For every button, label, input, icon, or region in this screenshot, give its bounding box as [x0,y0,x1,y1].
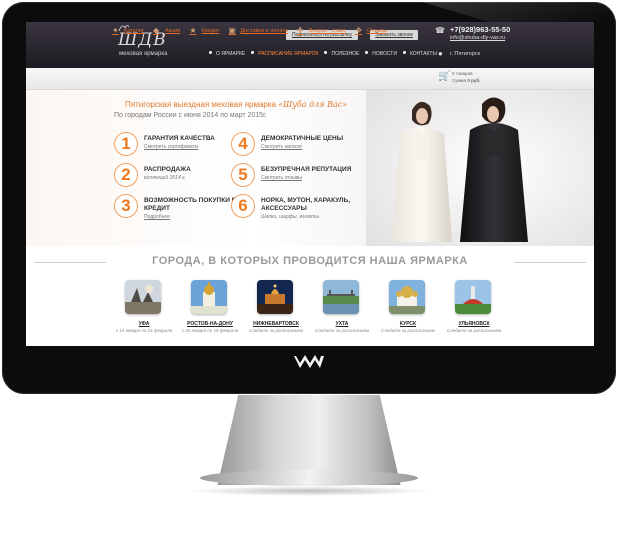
city-dates: Следите за расписанием [380,328,436,333]
feature-item: 3 ВОЗМОЖНОСТЬ ПОКУПКИ В КРЕДИТ Подробнее [114,194,236,224]
feature-title: ВОЗМОЖНОСТЬ ПОКУПКИ В КРЕДИТ [144,197,237,212]
menu-item-sales[interactable]: ◆ Акции [153,27,180,35]
feature-title: БЕЗУПРЕЧНАЯ РЕПУТАЦИЯ [261,166,352,173]
menu-item-reviews[interactable]: ❖ Отзывы [355,27,387,35]
cart-icon[interactable]: 🛒 [438,71,450,82]
city-thumbnail [389,280,425,314]
cart-sum-label: Сумма [452,78,467,83]
feature-link[interactable]: Смотреть каталог [261,144,302,150]
location-pin-icon: ● [438,49,443,58]
feature-item: 2 РАСПРОДАЖА коллекций 2014 г. [114,163,234,193]
hero-title-text: Пятигорская выездная меховая ярмарка [125,100,276,109]
reviews-icon: ❖ [355,26,363,35]
menu-item-label: Отзывы [367,28,388,34]
cart-sum-value: 0 руб. [467,78,481,83]
feature-item: 5 БЕЗУПРЕЧНАЯ РЕПУТАЦИЯ Смотреть отзывы [231,163,351,193]
website-screen: ШДВ меховая ярмарка Подписаться на рассы… [26,22,594,346]
feature-link[interactable]: Смотреть сертификаты [144,144,198,150]
feature-subtext: коллекций 2014 г. [144,175,186,181]
city-card[interactable]: УХТА Следите за расписанием [304,280,380,346]
cities-title: ГОРОДА, В КОТОРЫХ ПРОВОДИТСЯ НАША ЯРМАРК… [152,255,468,267]
nav-item-contacts[interactable]: КОНТАКТЫ [403,49,437,59]
city-dates: Следите за расписанием [248,328,304,333]
city-card[interactable]: РОСТОВ-НА-ДОНУ с 20 января по 15 февраля [172,280,248,346]
feature-item: 6 НОРКА, МУТОН, КАРАКУЛЬ, АКСЕССУАРЫ Шап… [231,194,351,224]
box-icon: ▣ [228,26,236,35]
feature-number: 1 [114,132,138,156]
monitor-shadow [185,486,433,496]
menu-bar [26,68,594,90]
nav-item-useful[interactable]: ПОЛЕЗНОЕ [324,49,359,59]
city-card[interactable]: КУРСК Следите за расписанием [370,280,446,346]
feature-subtext: Шапки, шарфы, жилеты [261,214,319,220]
city-name[interactable]: КУРСК [370,321,446,327]
feature-title: ДЕМОКРАТИЧНЫЕ ЦЕНЫ [261,135,344,142]
feature-number: 2 [114,163,138,187]
menu-item-label: Вопрос - ответ [308,28,347,34]
feature-link[interactable]: Подробнее [144,214,170,220]
hero-title-brand: «Шуба для Вас» [278,100,348,109]
nav-item-news[interactable]: НОВОСТИ [365,49,397,59]
city-dates: с 14 января по 15 февраля [115,328,173,333]
feature-number: 6 [231,194,255,218]
city-selector[interactable]: г. Пятигорск [450,51,480,57]
city-dates: Следите за расписанием [446,328,502,333]
nav-item-about[interactable]: О ЯРМАРКЕ [209,49,245,59]
phone-icon: ☎ [435,26,445,35]
city-name[interactable]: УФА [106,321,182,327]
feature-title: РАСПРОДАЖА [144,166,191,173]
menu-item-delivery[interactable]: ▣ Доставка и оплата [228,27,287,35]
feature-title: НОРКА, МУТОН, КАРАКУЛЬ, АКСЕССУАРЫ [261,197,351,212]
feature-title: ГАРАНТИЯ КАЧЕСТВА [144,135,215,142]
menu-item-label: Доставка и оплата [240,28,288,34]
star-icon: ★ [189,26,197,35]
feature-link[interactable]: Смотреть отзывы [261,175,302,181]
menu-item-label: Каталог [124,28,144,34]
tag-icon: ◆ [153,26,160,35]
monitor-base [200,470,418,486]
hero-title: Пятигорская выездная меховая ярмарка «Шу… [125,100,347,109]
monitor-logo-icon [294,355,324,368]
city-thumbnail [191,280,227,314]
feature-number: 4 [231,132,255,156]
email-link[interactable]: info@shuba-dly-vas.ru [450,35,505,41]
city-dates: с 20 января по 15 февраля [181,328,239,333]
feature-item: 4 ДЕМОКРАТИЧНЫЕ ЦЕНЫ Смотреть каталог [231,132,351,162]
city-thumbnail [323,280,359,314]
city-name[interactable]: УЛЬЯНОВСК [436,321,512,327]
city-card[interactable]: УФА с 14 января по 15 февраля [106,280,182,346]
menu-item-credit[interactable]: ★ Кредит [189,27,219,35]
cart-count: 0 товаров [452,71,473,76]
city-thumbnail [125,280,161,314]
city-card[interactable]: НИЖНЕВАРТОВСК Следите за расписанием [238,280,314,346]
menu-item-faq[interactable]: ✚ Вопрос - ответ [297,27,346,35]
logo-tagline: меховая ярмарка [119,51,168,57]
menu-item-label: Кредит [201,28,220,34]
feature-number: 5 [231,163,255,187]
fur-coat-models-image [366,90,594,246]
hero-subtitle: По городам России с июня 2014 по март 20… [114,112,267,119]
chat-icon: ✚ [296,26,304,35]
cart-sum: Сумма 0 руб. [452,78,480,83]
nav-item-schedule[interactable]: РАСПИСАНИЕ ЯРМАРОК [251,49,318,59]
city-name[interactable]: УХТА [304,321,380,327]
feature-item: 1 ГАРАНТИЯ КАЧЕСТВА Смотреть сертификаты [114,132,234,162]
city-thumbnail [455,280,491,314]
secondary-menu: ✦ Каталог ◆ Акции ★ Кредит ▣ Доставка и опла… [112,27,387,35]
menu-item-label: Акции [165,28,181,34]
city-dates: Следите за расписанием [314,328,370,333]
city-name[interactable]: НИЖНЕВАРТОВСК [238,321,314,327]
city-thumbnail [257,280,293,314]
city-name[interactable]: РОСТОВ-НА-ДОНУ [172,321,248,327]
main-nav: О ЯРМАРКЕ РАСПИСАНИЕ ЯРМАРОК ПОЛЕЗНОЕ НО… [209,49,437,59]
menu-item-catalog[interactable]: ✦ Каталог [112,27,144,35]
coat-icon: ✦ [112,26,119,35]
phone-number: +7(928)963-55-50 [450,25,511,34]
feature-number: 3 [114,194,138,218]
city-card[interactable]: УЛЬЯНОВСК Следите за расписанием [436,280,512,346]
